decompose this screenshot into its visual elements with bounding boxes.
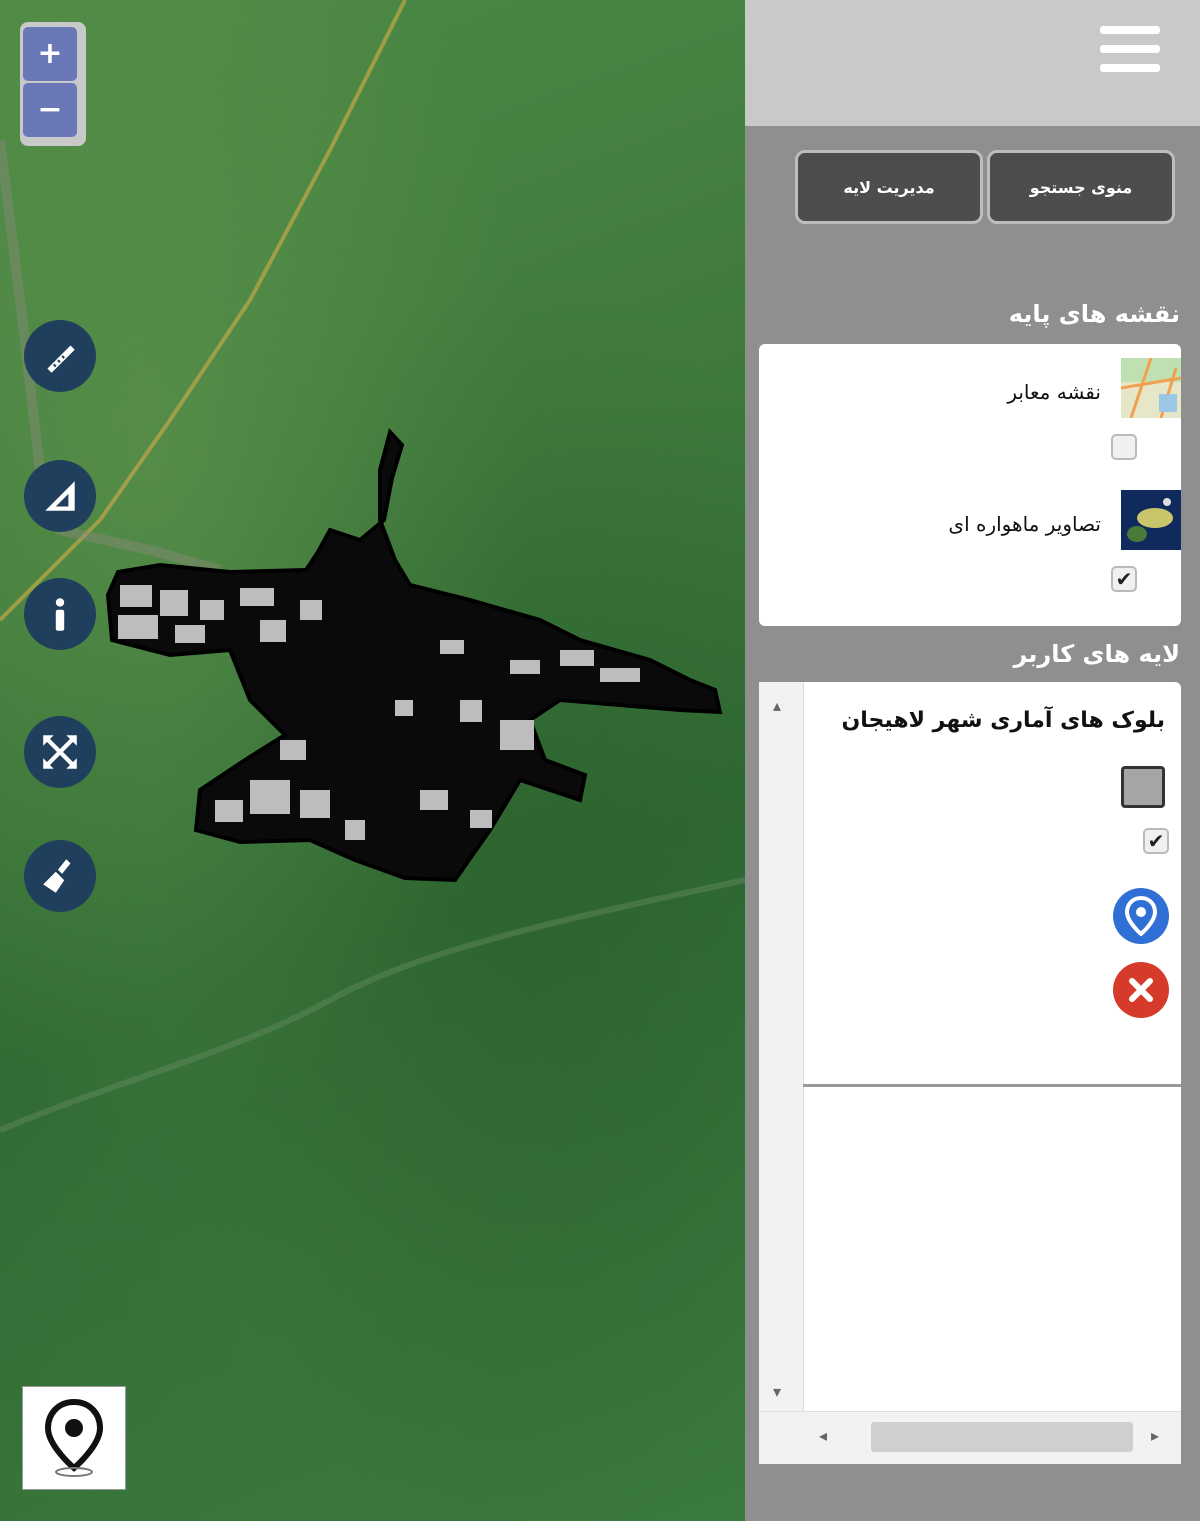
user-layers-box: ▴ ▾ بلوک های آماری شهر لاهیجان ✔ ◂ ▸ — [759, 682, 1181, 1464]
river-line — [0, 877, 745, 1133]
close-icon — [1129, 978, 1153, 1002]
tab-layer-management[interactable]: مدیریت لایه — [795, 150, 983, 224]
measure-area-icon — [45, 481, 75, 511]
base-maps-title: نقشه های پایه — [1008, 300, 1180, 328]
clear-button[interactable] — [24, 840, 96, 912]
user-layer-label: بلوک های آماری شهر لاهیجان — [841, 708, 1165, 733]
full-extent-button[interactable] — [24, 716, 96, 788]
scroll-down-arrow-icon[interactable]: ▾ — [773, 1382, 781, 1401]
scroll-up-arrow-icon[interactable]: ▴ — [773, 696, 781, 715]
locate-button[interactable] — [22, 1386, 126, 1490]
zoom-out-button[interactable]: − — [23, 83, 77, 137]
user-layers-title: لایه های کاربر — [1013, 640, 1180, 668]
satellite-map — [0, 0, 745, 1133]
map-pin-icon — [44, 1398, 104, 1477]
streets-map-checkbox[interactable] — [1111, 434, 1137, 460]
layer-divider — [803, 1084, 1181, 1087]
base-map-label: تصاویر ماهواره ای — [948, 512, 1101, 536]
panel-header — [745, 0, 1200, 126]
remove-layer-button[interactable] — [1113, 962, 1169, 1018]
tab-search-menu[interactable]: منوی جستجو — [987, 150, 1175, 224]
streets-map-thumbnail — [1121, 358, 1181, 418]
zoom-to-layer-button[interactable] — [1113, 888, 1169, 944]
measure-line-icon — [47, 345, 75, 373]
vertical-scrollbar[interactable]: ▴ ▾ — [759, 682, 804, 1412]
layer-color-swatch[interactable] — [1121, 766, 1165, 808]
base-map-label: نقشه معابر — [1007, 380, 1101, 404]
clear-icon — [43, 859, 71, 893]
info-icon — [55, 598, 65, 631]
info-button[interactable] — [24, 578, 96, 650]
full-extent-icon — [43, 735, 77, 769]
satellite-map-thumbnail — [1121, 490, 1181, 550]
zoom-in-button[interactable]: + — [23, 27, 77, 81]
hamburger-menu-icon[interactable] — [1100, 26, 1160, 78]
scroll-left-arrow-icon[interactable]: ◂ — [819, 1426, 827, 1445]
base-map-item-streets: نقشه معابر — [759, 358, 1181, 478]
satellite-map-checkbox[interactable]: ✔ — [1111, 566, 1137, 592]
measure-area-button[interactable] — [24, 460, 96, 532]
horizontal-scrollbar[interactable]: ◂ ▸ — [759, 1411, 1181, 1464]
user-layer-checkbox[interactable]: ✔ — [1143, 828, 1169, 854]
panel-tabs: مدیریت لایه منوی جستجو — [795, 150, 1183, 228]
scroll-right-arrow-icon[interactable]: ▸ — [1151, 1426, 1159, 1445]
base-maps-box: نقشه معابر تصاویر ماهواره ای ✔ — [759, 344, 1181, 626]
measure-line-button[interactable] — [24, 320, 96, 392]
city-blocks-layer[interactable] — [105, 427, 723, 883]
zoom-control: + − — [20, 22, 86, 146]
scrollbar-thumb[interactable] — [871, 1422, 1133, 1452]
map-view[interactable]: + − — [0, 0, 745, 1521]
base-map-item-satellite: تصاویر ماهواره ای ✔ — [759, 490, 1181, 610]
side-panel: مدیریت لایه منوی جستجو نقشه های پایه نقش… — [745, 0, 1200, 1521]
location-pin-icon — [1124, 896, 1158, 936]
